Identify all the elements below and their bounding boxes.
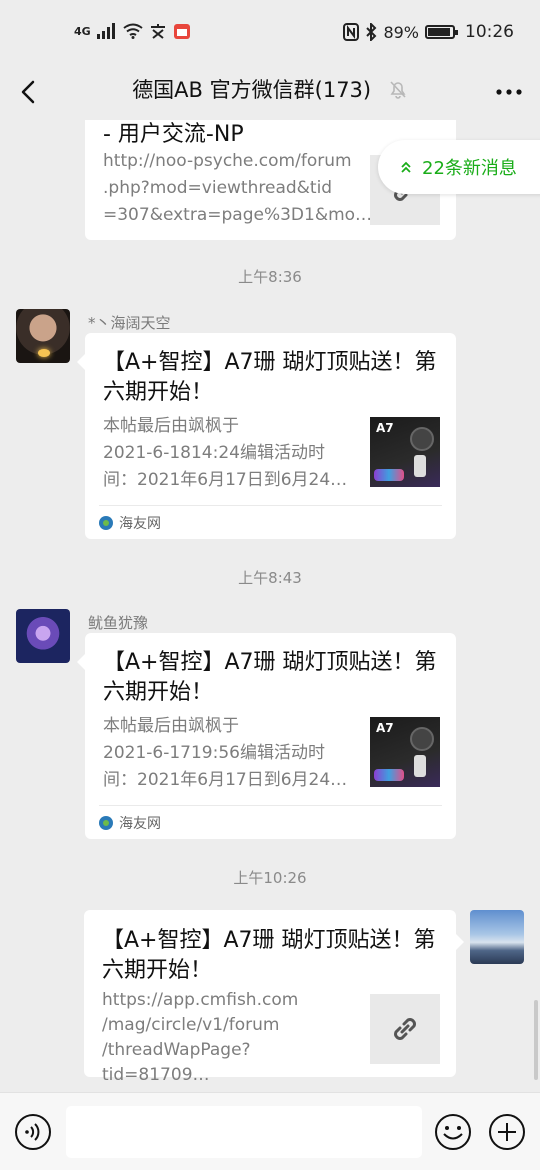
card-title: 【A+智控】A7珊 瑚灯顶贴送！第 六期开始！ xyxy=(102,926,442,986)
avatar[interactable] xyxy=(16,309,70,363)
desc-line: 本帖最后由飒枫于 xyxy=(103,716,239,736)
plus-icon[interactable] xyxy=(488,1113,526,1151)
title-line: 六期开始！ xyxy=(103,680,214,705)
link-thumbnail xyxy=(370,994,440,1064)
title-line: 【A+智控】A7珊 瑚灯顶贴送！第 xyxy=(102,928,436,953)
card-desc: https://app.cmfish.com /mag/circle/v1/fo… xyxy=(102,988,358,1088)
own-avatar[interactable] xyxy=(470,910,524,964)
title-line: 六期开始！ xyxy=(102,958,213,983)
battery-percent: 89% xyxy=(383,22,419,42)
chat-area[interactable]: - 用户交流-NP http://noo-psyche.com/forum .p… xyxy=(0,120,540,1092)
bubble-tail xyxy=(77,354,85,370)
link-card[interactable]: 【A+智控】A7珊 瑚灯顶贴送！第 六期开始！ 本帖最后由飒枫于 2021-6-… xyxy=(85,333,456,539)
status-right: 89% 10:26 xyxy=(343,22,514,42)
desc-line: =307&extra=page%3D1&mo… xyxy=(103,205,373,225)
timestamp: 上午8:43 xyxy=(238,569,302,587)
link-icon xyxy=(394,1018,416,1040)
desc-line: https://app.cmfish.com xyxy=(102,990,299,1010)
source-icon xyxy=(99,815,113,830)
app-notification-icon xyxy=(150,24,165,39)
card-desc: http://noo-psyche.com/forum .php?mod=vie… xyxy=(103,148,373,229)
wifi-icon xyxy=(123,23,143,39)
article-thumbnail: A7 xyxy=(370,417,440,487)
timestamp: 上午10:26 xyxy=(233,869,307,887)
nfc-icon xyxy=(343,23,360,41)
card-title: 【A+智控】A7珊 瑚灯顶贴送！第 六期开始！ xyxy=(103,348,442,408)
calendar-app-icon xyxy=(173,24,190,39)
network-label: 4G xyxy=(74,24,91,38)
link-card[interactable]: 【A+智控】A7珊 瑚灯顶贴送！第 六期开始！ 本帖最后由飒枫于 2021-6-… xyxy=(85,633,456,839)
mute-icon xyxy=(390,81,406,99)
emoji-icon[interactable] xyxy=(434,1113,472,1151)
double-chevron-up-icon xyxy=(401,161,411,173)
status-left: 4G xyxy=(74,22,191,40)
desc-line: 2021-6-1814:24编辑活动时 xyxy=(103,443,325,463)
thumbnail-label: A7 xyxy=(376,421,394,435)
more-icon[interactable] xyxy=(492,74,526,110)
sender-name: *丶海阔天空 xyxy=(88,314,171,332)
article-thumbnail: A7 xyxy=(370,717,440,787)
desc-line: .php?mod=viewthread&tid xyxy=(103,178,333,198)
source-label: 海友网 xyxy=(119,515,161,532)
message-input[interactable] xyxy=(66,1106,422,1158)
signal-icon xyxy=(96,23,115,39)
title-line: 【A+智控】A7珊 瑚灯顶贴送！第 xyxy=(103,350,437,375)
nav-bar: 德国AB 官方微信群(173) xyxy=(0,64,540,120)
bluetooth-icon xyxy=(366,23,377,41)
chat-title-text: 德国AB 官方微信群(173) xyxy=(132,78,372,102)
card-source: 海友网 xyxy=(99,505,442,539)
card-desc: 本帖最后由飒枫于 2021-6-1814:24编辑活动时 间：2021年6月17… xyxy=(103,413,359,494)
desc-line: /mag/circle/v1/forum xyxy=(102,1015,280,1035)
battery-icon xyxy=(425,25,458,39)
desc-line: 本帖最后由飒枫于 xyxy=(103,416,239,436)
new-messages-label: 22条新消息 xyxy=(422,158,517,179)
card-title: 【A+智控】A7珊 瑚灯顶贴送！第 六期开始！ xyxy=(103,648,442,708)
desc-line: /threadWapPage?tid=81709… xyxy=(102,1040,251,1085)
chat-title[interactable]: 德国AB 官方微信群(173) xyxy=(0,74,540,104)
voice-input-icon[interactable] xyxy=(14,1113,52,1151)
avatar[interactable] xyxy=(16,609,70,663)
desc-line: 2021-6-1719:56编辑活动时 xyxy=(103,743,325,763)
title-line: 【A+智控】A7珊 瑚灯顶贴送！第 xyxy=(103,650,437,675)
desc-line: http://noo-psyche.com/forum xyxy=(103,151,352,171)
bubble-tail xyxy=(456,934,464,950)
card-source: 海友网 xyxy=(99,805,442,839)
new-messages-button[interactable]: 22条新消息 xyxy=(378,140,540,194)
input-bar xyxy=(0,1092,540,1170)
status-bar: 4G 89% 10:26 xyxy=(0,0,540,64)
clock: 10:26 xyxy=(465,22,514,42)
card-desc: 本帖最后由飒枫于 2021-6-1719:56编辑活动时 间：2021年6月17… xyxy=(103,713,359,794)
title-line: 六期开始！ xyxy=(103,380,214,405)
scrollbar[interactable] xyxy=(534,1000,538,1080)
thumbnail-label: A7 xyxy=(376,721,394,735)
desc-line: 间：2021年6月17日到6月24… xyxy=(103,770,348,790)
source-icon xyxy=(99,515,113,530)
desc-line: 间：2021年6月17日到6月24… xyxy=(103,470,348,490)
link-card[interactable]: 【A+智控】A7珊 瑚灯顶贴送！第 六期开始！ https://app.cmfi… xyxy=(84,910,456,1085)
source-label: 海友网 xyxy=(119,815,161,832)
bubble-tail xyxy=(77,654,85,670)
timestamp: 上午8:36 xyxy=(238,268,302,286)
sender-name: 鱿鱼犹豫 xyxy=(88,614,149,632)
